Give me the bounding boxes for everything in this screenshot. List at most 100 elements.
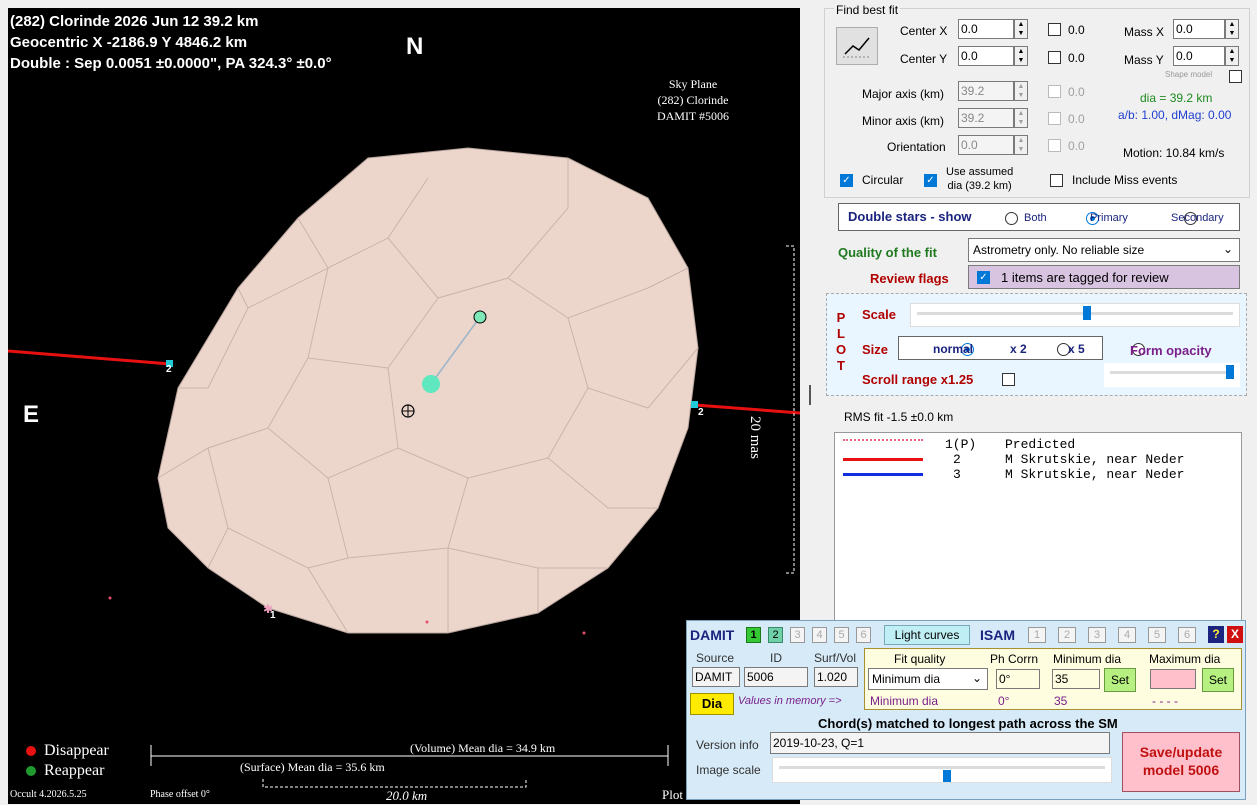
- circular-checkbox[interactable]: ✓: [840, 174, 853, 187]
- isam-model-6[interactable]: 6: [1178, 627, 1196, 643]
- observers-legend[interactable]: 1(P) Predicted 2 M Skrutskie, near Neder…: [834, 432, 1242, 622]
- save-update-model-button[interactable]: Save/update model 5006: [1122, 732, 1240, 792]
- isam-model-5[interactable]: 5: [1148, 627, 1166, 643]
- image-scale-slider[interactable]: [772, 757, 1112, 783]
- scale-slider[interactable]: [910, 303, 1240, 327]
- major-axis-spinner[interactable]: ▲ ▼: [1014, 81, 1028, 101]
- isam-model-1[interactable]: 1: [1028, 627, 1046, 643]
- quality-dropdown[interactable]: Astrometry only. No reliable size ⌄: [968, 238, 1240, 262]
- shape-model-label: Shape model: [1165, 70, 1213, 79]
- isam-label: ISAM: [980, 627, 1015, 643]
- sky-plane-plot[interactable]: ✱ (282) Clorinde 2026 Jun 12 39.2 km Geo…: [8, 8, 800, 804]
- isam-model-4[interactable]: 4: [1118, 627, 1136, 643]
- major-axis-label: Major axis (km): [862, 87, 945, 101]
- plot-side-l: L: [837, 326, 845, 341]
- id-field[interactable]: [744, 667, 808, 687]
- chevron-down-icon: ⌄: [1222, 242, 1233, 256]
- mass-x-spinner[interactable]: ▲ ▼: [1225, 19, 1239, 39]
- primary-label: Primary: [1090, 212, 1128, 224]
- id-header: ID: [770, 651, 782, 665]
- secondary-star-marker: [422, 375, 440, 393]
- minor-axis-label: Minor axis (km): [862, 114, 945, 128]
- shape-model-checkbox[interactable]: [1229, 70, 1242, 83]
- fit-quality-dropdown[interactable]: Minimum dia ⌄: [868, 668, 988, 690]
- major-axis-input[interactable]: [958, 81, 1014, 101]
- mass-y-spinner[interactable]: ▲ ▼: [1225, 46, 1239, 66]
- damit-model-6[interactable]: 6: [856, 627, 871, 643]
- max-dia-field[interactable]: [1150, 669, 1196, 689]
- source-field[interactable]: [692, 667, 740, 687]
- minor-axis-checkbox[interactable]: [1048, 112, 1061, 125]
- dia-text: dia = 39.2 km: [1140, 91, 1213, 105]
- mass-x-label: Mass X: [1124, 25, 1165, 39]
- memory-ph-corrn: 0°: [998, 694, 1010, 708]
- legend-line-red: [843, 458, 923, 461]
- center-y-check-value: 0.0: [1068, 51, 1085, 65]
- damit-model-2[interactable]: 2: [768, 627, 783, 643]
- set-min-button[interactable]: Set: [1104, 668, 1136, 692]
- version-info-field[interactable]: [770, 732, 1110, 754]
- sky-plane-title: Sky Plane: [668, 77, 718, 91]
- center-y-input[interactable]: [958, 46, 1014, 66]
- damit-model-4[interactable]: 4: [812, 627, 827, 643]
- fit-chart-icon: [843, 37, 871, 58]
- center-y-spinner[interactable]: ▲ ▼: [1014, 46, 1028, 66]
- plot-canvas: ✱: [8, 147, 800, 788]
- opacity-slider-thumb[interactable]: [1226, 365, 1234, 379]
- center-y-checkbox[interactable]: [1048, 51, 1061, 64]
- damit-model-5[interactable]: 5: [834, 627, 849, 643]
- center-y-label: Center Y: [900, 52, 948, 66]
- memory-fit-quality: Minimum dia: [870, 694, 939, 708]
- major-axis-checkbox[interactable]: [1048, 85, 1061, 98]
- version-label: Occult 4.2026.5.25: [10, 789, 87, 800]
- center-x-input[interactable]: [958, 19, 1014, 39]
- damit-model-1[interactable]: 1: [746, 627, 761, 643]
- legend-reappear: Reappear: [44, 762, 105, 779]
- review-flags-box[interactable]: ✓ 1 items are tagged for review: [968, 265, 1240, 289]
- use-assumed-checkbox[interactable]: ✓: [924, 174, 937, 187]
- review-checkbox[interactable]: ✓: [977, 271, 990, 284]
- center-x-check-value: 0.0: [1068, 23, 1085, 37]
- help-icon[interactable]: ?: [1208, 626, 1224, 643]
- scale-slider-thumb[interactable]: [1083, 306, 1091, 320]
- close-icon[interactable]: X: [1227, 626, 1243, 643]
- size-normal-label: normal: [933, 342, 974, 356]
- orientation-spinner[interactable]: ▲ ▼: [1014, 135, 1028, 155]
- mass-x-input[interactable]: [1173, 19, 1225, 39]
- chord-right: [694, 403, 800, 415]
- find-best-fit-button[interactable]: [836, 27, 878, 65]
- scroll-range-checkbox[interactable]: [1002, 373, 1015, 386]
- chords-message: Chord(s) matched to longest path across …: [818, 716, 1118, 731]
- scroll-range-label: Scroll range x1.25: [862, 372, 974, 387]
- set-max-button[interactable]: Set: [1202, 668, 1234, 692]
- form-opacity-label: Form opacity: [1130, 343, 1212, 358]
- center-x-spinner[interactable]: ▲ ▼: [1014, 19, 1028, 39]
- legend-num-3: 3: [953, 467, 961, 482]
- isam-model-3[interactable]: 3: [1088, 627, 1106, 643]
- orientation-input[interactable]: [958, 135, 1014, 155]
- surfvol-field[interactable]: [814, 667, 858, 687]
- chord-label-bottom: 1: [270, 610, 276, 621]
- minor-axis-spinner[interactable]: ▲ ▼: [1014, 108, 1028, 128]
- center-x-label: Center X: [900, 24, 948, 38]
- min-dia-field[interactable]: [1052, 669, 1100, 689]
- scale-bar-label: 20.0 km: [386, 788, 428, 803]
- ph-corrn-field[interactable]: [996, 669, 1040, 689]
- mass-y-input[interactable]: [1173, 46, 1225, 66]
- include-miss-checkbox[interactable]: [1050, 174, 1063, 187]
- fit-quality-value: Minimum dia: [872, 672, 941, 686]
- orientation-checkbox[interactable]: [1048, 139, 1061, 152]
- size-label: Size: [862, 342, 889, 357]
- include-miss-label: Include Miss events: [1072, 173, 1178, 187]
- isam-model-2[interactable]: 2: [1058, 627, 1076, 643]
- review-flags-label: Review flags: [870, 271, 949, 286]
- minor-axis-input[interactable]: [958, 108, 1014, 128]
- center-x-checkbox[interactable]: [1048, 23, 1061, 36]
- light-curves-button[interactable]: Light curves: [884, 625, 970, 645]
- form-opacity-slider[interactable]: [1104, 363, 1240, 387]
- damit-model-3[interactable]: 3: [790, 627, 805, 643]
- header-line-1: (282) Clorinde 2026 Jun 12 39.2 km: [10, 13, 259, 30]
- dia-button[interactable]: Dia: [690, 693, 734, 715]
- splitter-handle[interactable]: [809, 385, 811, 405]
- image-scale-thumb[interactable]: [943, 770, 951, 782]
